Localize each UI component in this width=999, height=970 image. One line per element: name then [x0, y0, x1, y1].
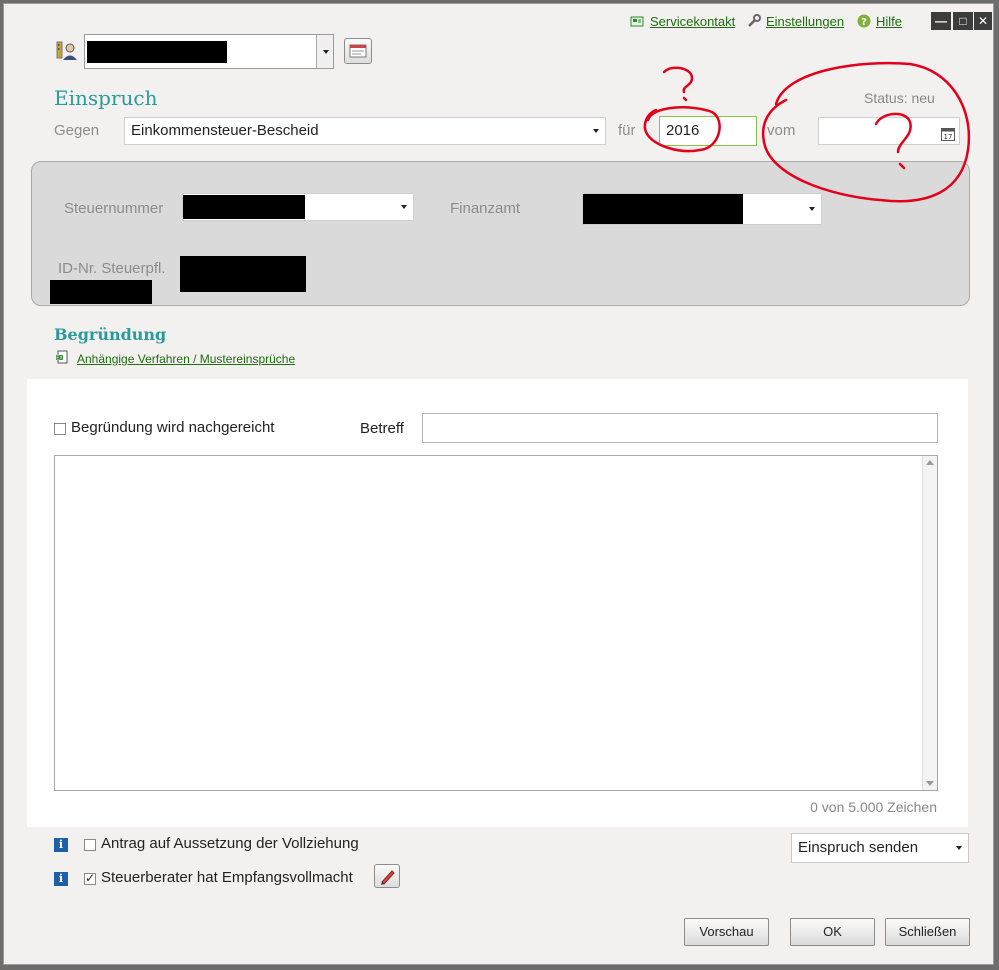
- annotation-circle-date: [761, 61, 971, 203]
- annotation-question-mark: [662, 66, 694, 102]
- annotation-circle-year: [643, 106, 721, 153]
- annotation-question-mark: [874, 112, 912, 170]
- annotation-overlay: [643, 61, 971, 203]
